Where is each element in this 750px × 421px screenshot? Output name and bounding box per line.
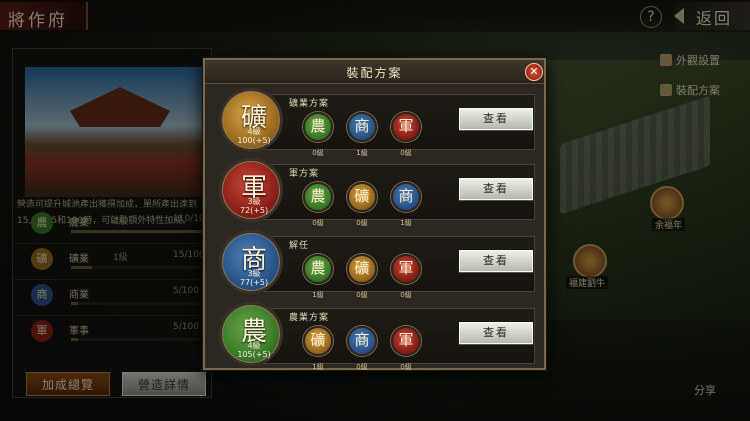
slot-level: 1級 <box>356 149 368 157</box>
equip-plan-dialog: 裝配方案 ✕ 礦業方案礦 4級 100(+5) 農 0級商 1級軍 0級 查看 軍方案軍 3級 72… <box>203 58 546 371</box>
industry-slot-badge: 軍 0級 <box>391 254 421 299</box>
plan-row: 農業方案農 4級 105(+5) 礦 1級 商 0級 軍 0級 查看 <box>219 302 535 371</box>
main-level: 3級 <box>247 269 261 278</box>
dialog-title: 裝配方案 <box>346 66 403 80</box>
slot-glyph: 軍 <box>398 331 414 349</box>
main-value: 100(+5) <box>237 136 271 145</box>
view-plan-button[interactable]: 查看 <box>459 108 533 130</box>
industry-slot-badge: 礦 0級 <box>347 182 377 227</box>
main-level: 3級 <box>247 197 261 206</box>
main-industry-stats: 3級 77(+5) <box>222 269 286 287</box>
plan-main-badge: 礦 4級 100(+5) <box>219 88 283 152</box>
main-level: 4級 <box>247 341 261 350</box>
industry-slot-badge: 軍 0級 <box>391 326 421 371</box>
slot-level: 0級 <box>312 219 324 227</box>
slot-glyph: 軍 <box>398 117 414 135</box>
industry-slot-badge: 軍 0級 <box>391 112 421 157</box>
plan-name: 軍方案 <box>289 169 320 179</box>
slot-level: 1級 <box>312 363 324 371</box>
slot-glyph: 商 <box>354 331 370 349</box>
slot-level: 0級 <box>400 149 412 157</box>
slot-glyph: 商 <box>354 117 370 135</box>
plan-row: 解任商 3級 77(+5) 農 1級 礦 0級 軍 0級 查看 <box>219 230 535 299</box>
slot-glyph: 軍 <box>398 259 414 277</box>
main-industry-stats: 4級 100(+5) <box>222 127 286 145</box>
plan-name: 農業方案 <box>289 313 330 323</box>
view-plan-button[interactable]: 查看 <box>459 322 533 344</box>
slot-glyph: 礦 <box>310 331 326 349</box>
main-value: 72(+5) <box>239 206 269 215</box>
industry-slot-badge: 商 0級 <box>347 326 377 371</box>
slot-level: 0級 <box>400 363 412 371</box>
slot-level: 1級 <box>312 291 324 299</box>
plan-main-badge: 農 4級 105(+5) <box>219 302 283 366</box>
plan-name: 礦業方案 <box>289 99 330 109</box>
slot-glyph: 農 <box>310 117 326 135</box>
view-plan-button[interactable]: 查看 <box>459 178 533 200</box>
main-industry-stats: 4級 105(+5) <box>222 341 286 359</box>
slot-level: 0級 <box>356 219 368 227</box>
close-button[interactable]: ✕ <box>525 63 543 81</box>
industry-slot-badge: 礦 0級 <box>347 254 377 299</box>
view-plan-button[interactable]: 查看 <box>459 250 533 272</box>
main-industry-stats: 3級 72(+5) <box>222 197 286 215</box>
plan-name: 解任 <box>289 241 310 251</box>
industry-slot-badge: 農 0級 <box>303 182 333 227</box>
main-level: 4級 <box>247 127 261 136</box>
main-value: 105(+5) <box>237 350 271 359</box>
plan-row: 軍方案軍 3級 72(+5) 農 0級 礦 0級 商 1級 查看 <box>219 158 535 227</box>
main-value: 77(+5) <box>239 278 269 287</box>
slot-glyph: 農 <box>310 259 326 277</box>
industry-slot-badge: 商 1級 <box>391 182 421 227</box>
industry-slot-badge: 農 1級 <box>303 254 333 299</box>
industry-slot-badge: 礦 1級 <box>303 326 333 371</box>
slot-level: 0級 <box>356 363 368 371</box>
plan-main-badge: 軍 3級 72(+5) <box>219 158 283 222</box>
slot-level: 0級 <box>400 291 412 299</box>
plan-row: 礦業方案礦 4級 100(+5) 農 0級 商 1級 軍 0級 查看 <box>219 88 535 157</box>
slot-level: 0級 <box>356 291 368 299</box>
slot-level: 1級 <box>400 219 412 227</box>
slot-level: 0級 <box>312 149 324 157</box>
dialog-header: 裝配方案 ✕ <box>205 60 544 84</box>
slot-glyph: 農 <box>310 187 326 205</box>
plan-main-badge: 商 3級 77(+5) <box>219 230 283 294</box>
slot-glyph: 礦 <box>354 259 370 277</box>
industry-slot-badge: 商 1級 <box>347 112 377 157</box>
industry-slot-badge: 農 0級 <box>303 112 333 157</box>
slot-glyph: 商 <box>398 187 414 205</box>
slot-glyph: 礦 <box>354 187 370 205</box>
